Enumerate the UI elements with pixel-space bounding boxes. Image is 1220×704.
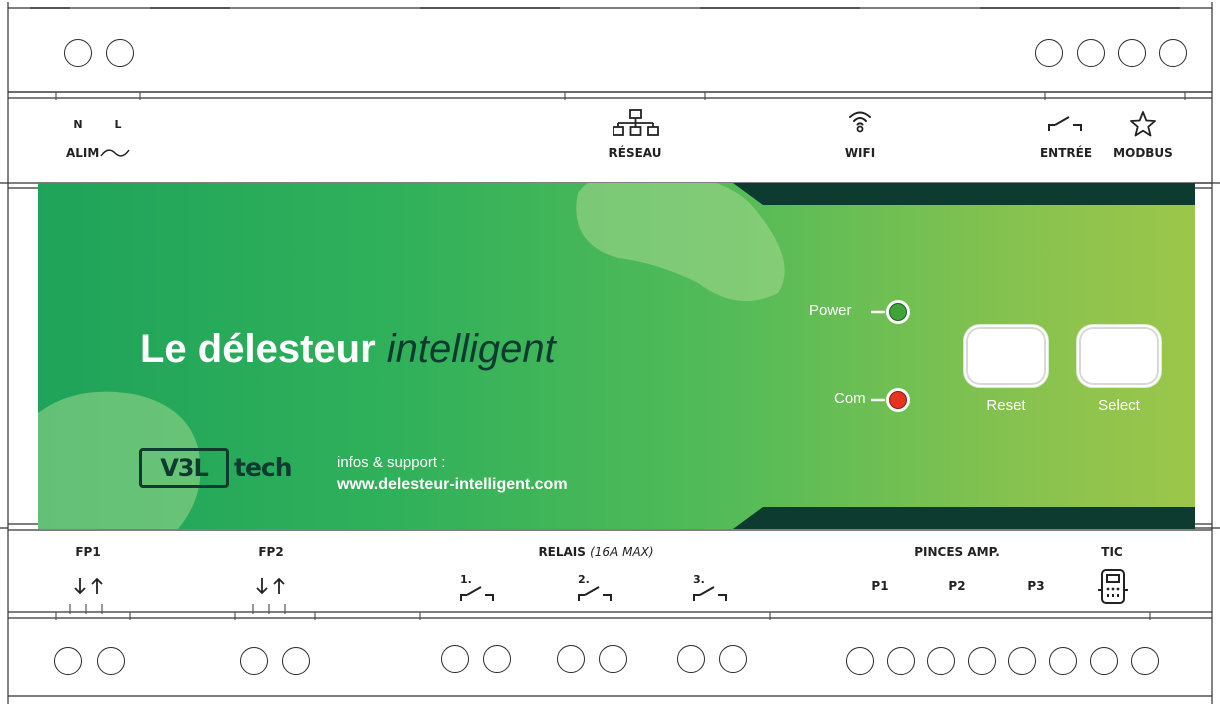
terminal-p3-a — [1008, 647, 1036, 675]
led-power-indicator — [871, 300, 910, 324]
terminal-fp1-a — [54, 647, 82, 675]
label-wifi: WIFI — [844, 146, 876, 160]
terminal-top-2 — [1077, 39, 1105, 67]
label-p3: P3 — [1027, 579, 1045, 593]
terminal-top-1 — [1035, 39, 1063, 67]
terminal-relay2-a — [557, 645, 585, 673]
brand-logo-tech: tech — [234, 453, 293, 482]
terminal-p2-a — [927, 647, 955, 675]
terminal-p2-b — [968, 647, 996, 675]
terminal-tic-a — [1090, 647, 1118, 675]
label-reseau: RÉSEAU — [608, 146, 662, 160]
label-modbus: MODBUS — [1113, 146, 1173, 160]
label-tic: TIC — [1101, 545, 1123, 559]
terminal-relay1-b — [483, 645, 511, 673]
terminal-relay3-a — [677, 645, 705, 673]
select-button[interactable] — [1077, 325, 1161, 387]
headline-main: Le délesteur — [140, 327, 387, 371]
network-icon — [613, 109, 659, 136]
relais-title: RELAIS — [538, 545, 586, 559]
terminal-relay3-b — [719, 645, 747, 673]
label-entree: ENTRÉE — [1039, 146, 1093, 160]
label-p2: P2 — [948, 579, 966, 593]
label-p1: P1 — [871, 579, 889, 593]
terminal-top-4 — [1159, 39, 1187, 67]
terminal-tic-b — [1131, 647, 1159, 675]
terminal-fp2-b — [282, 647, 310, 675]
terminal-fp2-a — [240, 647, 268, 675]
relais-note: (16A MAX) — [590, 545, 654, 559]
fp1-arrows-icon — [74, 577, 103, 595]
label-alim: ALIM — [66, 146, 100, 160]
label-n: N — [73, 118, 83, 131]
terminal-n — [64, 39, 92, 67]
terminal-fp1-b — [97, 647, 125, 675]
led-com-indicator — [871, 388, 910, 412]
relay-2-icon — [578, 586, 612, 601]
brand-logo-box: V3L — [139, 448, 229, 488]
relay-1-icon — [460, 586, 494, 601]
reset-button-label: Reset — [986, 397, 1026, 414]
led-com-label: Com — [834, 390, 866, 407]
terminal-p3-b — [1049, 647, 1077, 675]
terminal-p1-b — [887, 647, 915, 675]
star-icon — [1130, 111, 1156, 137]
terminal-p1-a — [846, 647, 874, 675]
label-l: L — [114, 118, 122, 131]
switch-input-icon — [1048, 116, 1082, 131]
ac-wave-icon — [100, 149, 130, 157]
label-fp2: FP2 — [258, 545, 284, 559]
headline: Le délesteur intelligent — [140, 327, 556, 372]
label-pinces: PINCES AMP. — [914, 545, 1000, 559]
label-fp1: FP1 — [75, 545, 101, 559]
support-url: www.delesteur-intelligent.com — [337, 476, 568, 493]
reset-button[interactable] — [964, 325, 1048, 387]
front-panel: Le délesteur intelligent V3L tech infos … — [38, 183, 1195, 529]
select-button-label: Select — [1098, 397, 1140, 414]
terminal-top-3 — [1118, 39, 1146, 67]
wifi-icon — [849, 111, 871, 133]
fp2-arrows-icon — [256, 577, 285, 595]
terminal-relay2-b — [599, 645, 627, 673]
terminal-l — [106, 39, 134, 67]
headline-emphasis: intelligent — [386, 327, 556, 371]
relay-3-icon — [693, 586, 727, 601]
label-relais: RELAIS (16A MAX) — [538, 545, 653, 559]
support-label: infos & support : — [337, 454, 446, 471]
terminal-relay1-a — [441, 645, 469, 673]
led-power-label: Power — [809, 302, 852, 319]
meter-icon — [1098, 569, 1128, 604]
